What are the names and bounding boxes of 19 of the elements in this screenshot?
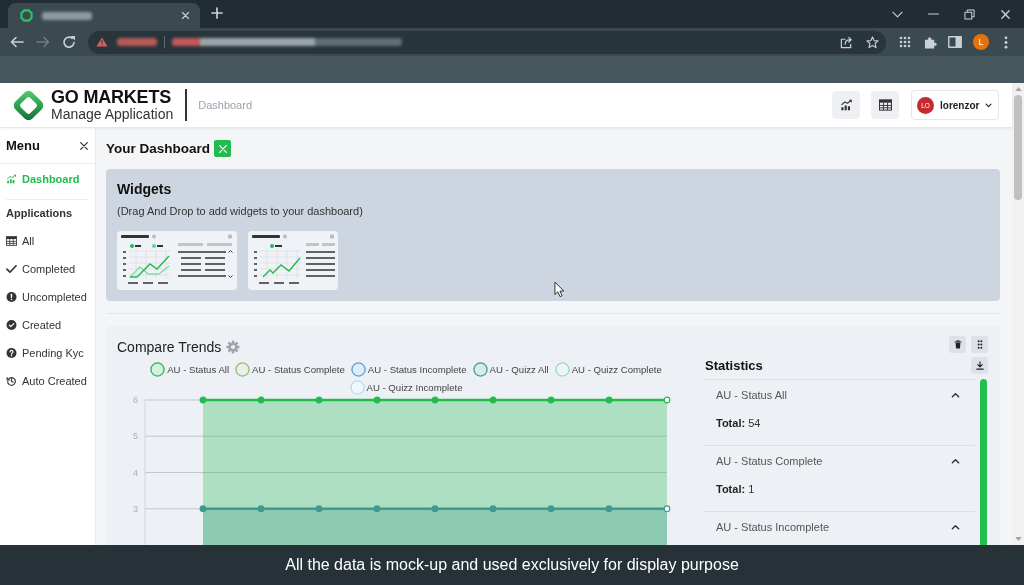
- menu-title: Menu: [6, 138, 40, 153]
- y-tick-label: 3: [133, 503, 138, 514]
- page-title: Your Dashboard: [106, 141, 210, 156]
- statistic-total: Total: 54: [716, 416, 762, 431]
- statistics-title: Statistics: [704, 358, 763, 373]
- statistic-title: AU - Status All: [716, 389, 787, 401]
- brand-name: GO MARKETS: [51, 88, 172, 107]
- sidebar-heading: Applications: [5, 206, 73, 221]
- y-tick-label: 5: [133, 431, 138, 442]
- y-tick-label: 4: [133, 467, 138, 478]
- statistic-total: Total: 1: [716, 482, 756, 497]
- brand-subtitle: Manage Application: [51, 107, 174, 122]
- statistic-title: AU - Status Complete: [716, 455, 823, 467]
- y-tick-label: 6: [133, 395, 138, 405]
- statistic-title: AU - Status Incomplete: [716, 521, 830, 533]
- breadcrumb: Dashboard: [198, 99, 253, 111]
- widgets-hint: (Drag And Drop to add widgets to your dashboard): [117, 204, 364, 218]
- chart-title: Compare Trends: [117, 339, 222, 355]
- widgets-title: Widgets: [117, 180, 173, 198]
